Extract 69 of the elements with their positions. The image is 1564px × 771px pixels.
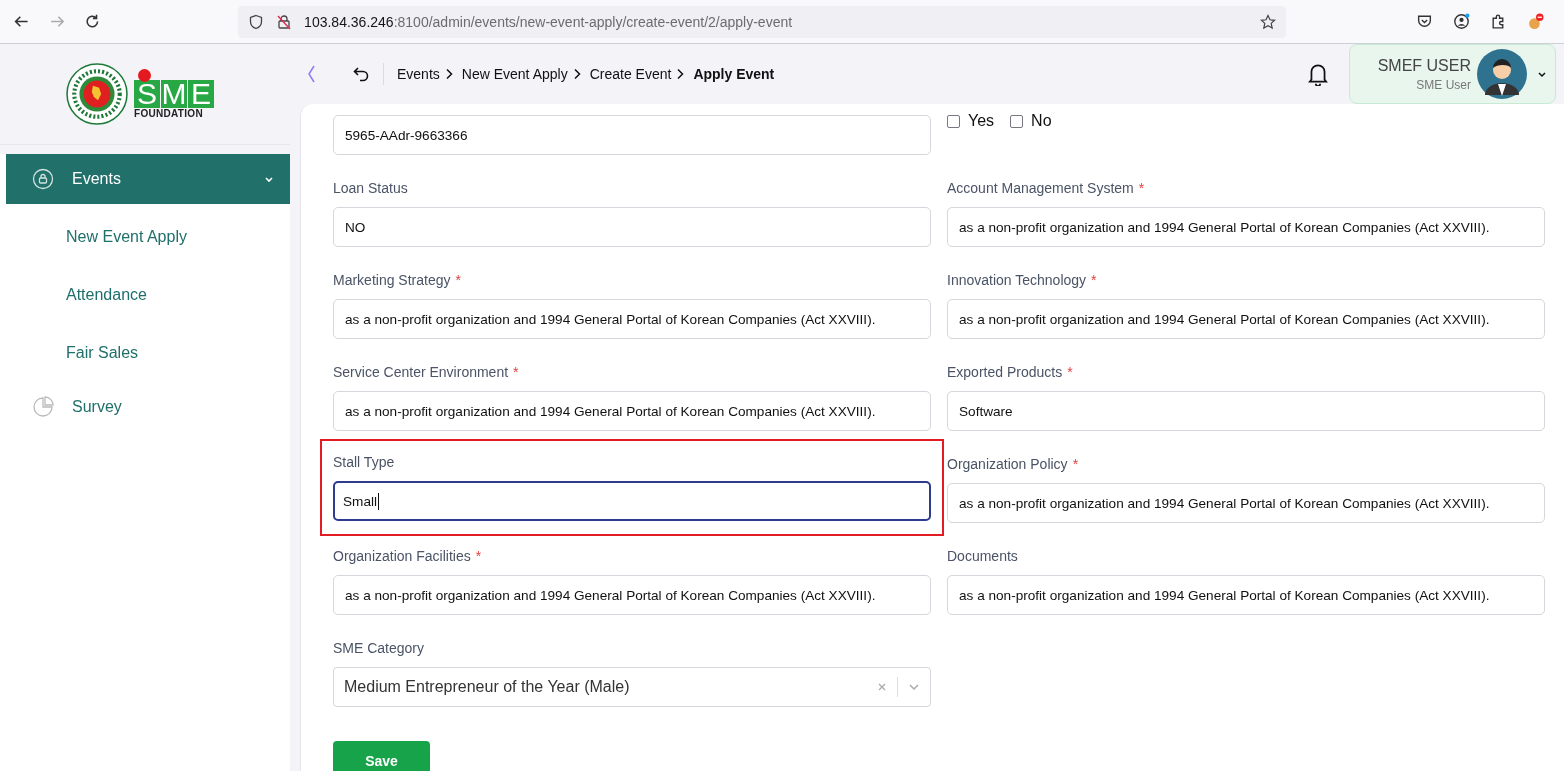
breadcrumb-link[interactable]: Events: [397, 66, 440, 82]
checkbox[interactable]: [1010, 114, 1024, 128]
required-mark: *: [475, 548, 482, 564]
user-role: SME User: [1416, 77, 1471, 92]
text-field[interactable]: as a non-profit organization and 1994 General Portal of Korean Companies (Act XXVIII).: [333, 391, 931, 431]
breadcrumb-link[interactable]: Apply Event: [693, 66, 775, 82]
breadcrumb-link[interactable]: Create Event: [589, 66, 672, 82]
logo-tagline: FOUNDATION: [134, 107, 204, 119]
pocket-icon[interactable]: [1416, 13, 1433, 30]
undo-icon[interactable]: [352, 65, 370, 83]
field-label: Service Center Environment: [333, 364, 509, 380]
shield-icon: [248, 13, 265, 30]
required-mark: *: [1138, 180, 1145, 196]
sidebar-subitem[interactable]: New Event Apply: [0, 208, 290, 266]
avatar-icon: [1477, 49, 1527, 99]
field-label: Marketing Strategy: [333, 272, 451, 288]
address-bar[interactable]: 103.84.36.246:8100/admin/events/new-event-apply/create-event/2/apply-event: [238, 5, 1286, 38]
chevron-down-icon: [1537, 69, 1547, 79]
checkbox-label: Yes: [968, 112, 995, 130]
text-field[interactable]: as a non-profit organization and 1994 General Portal of Korean Companies (Act XXVIII).: [333, 299, 931, 339]
bell-icon[interactable]: [1307, 62, 1329, 86]
chevron-right-icon: [676, 68, 685, 80]
breadcrumb-link[interactable]: New Event Apply: [461, 66, 568, 82]
sidebar-item[interactable]: Events: [6, 154, 290, 204]
field-label: Loan Status: [333, 180, 408, 196]
field-label: Documents: [947, 548, 1018, 564]
text-field[interactable]: Software: [947, 391, 1545, 431]
logo-dot-icon: [138, 68, 151, 82]
extension-icon[interactable]: [1527, 13, 1544, 30]
required-mark: *: [1091, 272, 1097, 288]
text-field[interactable]: as a non-profit organization and 1994 General Portal of Korean Companies (Act XXVIII).: [947, 483, 1545, 523]
required-mark: *: [1072, 456, 1079, 472]
text-field[interactable]: as a non-profit organization and 1994 General Portal of Korean Companies (Act XXVIII).: [947, 575, 1545, 615]
sidebar-subitem[interactable]: Fair Sales: [0, 324, 290, 382]
logo-letter: S: [134, 79, 160, 108]
text-field[interactable]: as a non-profit organization and 1994 General Portal of Korean Companies (Act XXVIII).: [333, 575, 931, 615]
field-label: Innovation Technology: [947, 272, 1087, 288]
crossed-lock-icon: [276, 13, 293, 30]
field-label: Exported Products: [947, 364, 1063, 380]
user-name: SMEF USER: [1377, 56, 1471, 75]
account-icon[interactable]: [1453, 13, 1470, 30]
checkbox[interactable]: [947, 114, 960, 128]
emblem-icon: [66, 63, 128, 125]
field-label: Organization Facilities: [333, 548, 471, 564]
star-icon[interactable]: [1260, 13, 1276, 30]
sidebar-subitem[interactable]: Attendance: [0, 266, 290, 324]
field-label: SME Category: [333, 640, 425, 656]
checkbox-label: No: [1031, 112, 1052, 130]
logo-letter: E: [188, 79, 214, 108]
collapse-icon[interactable]: [306, 63, 316, 85]
required-mark: *: [455, 272, 461, 288]
field-label: Organization Policy: [947, 456, 1068, 472]
text-field[interactable]: as a non-profit organization and 1994 General Portal of Korean Companies (Act XXVIII).: [947, 207, 1545, 247]
chevron-right-icon: [444, 68, 453, 80]
text-field[interactable]: NO: [333, 207, 931, 247]
user-menu[interactable]: SMEF USER SME User: [1349, 44, 1556, 104]
field-label: Account Management System: [947, 180, 1134, 196]
sidebar-item[interactable]: Survey: [6, 382, 290, 432]
lock-icon: [32, 168, 54, 190]
logo-letter: M: [161, 79, 187, 108]
text-field[interactable]: Small: [333, 481, 931, 521]
field-label: Stall Type: [333, 454, 395, 470]
url-text: 103.84.36.246:8100/admin/events/new-event-apply/create-event/2/apply-event: [304, 13, 794, 30]
pie-chart-icon: [32, 396, 54, 418]
required-mark: *: [513, 364, 519, 380]
text-field[interactable]: as a non-profit organization and 1994 General Portal of Korean Companies (Act XXVIII).: [947, 299, 1545, 339]
text-field[interactable]: 5965-AAdr-9663366: [333, 115, 931, 155]
chevron-right-icon: [572, 68, 581, 80]
required-mark: *: [1067, 364, 1073, 380]
